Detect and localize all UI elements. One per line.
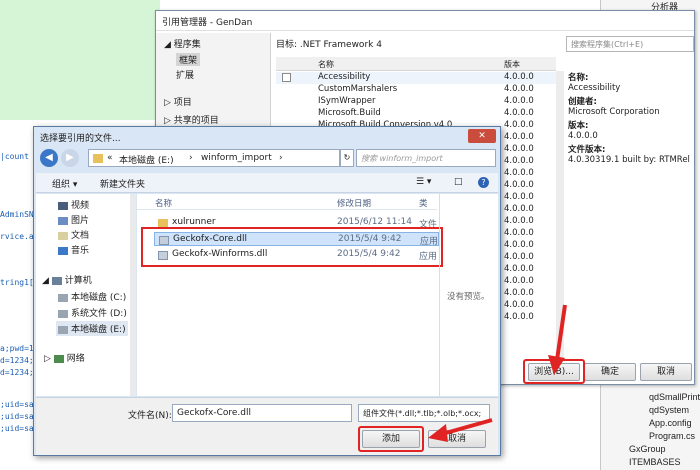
detail-value: Accessibility <box>568 83 621 93</box>
breadcrumb-drive: 本地磁盘 (E:) <box>119 156 174 166</box>
drive-icon <box>58 325 68 334</box>
column-version[interactable]: 版本 <box>504 59 520 70</box>
assembly-row[interactable]: CustomMarshalers 4.0.0.0 <box>276 84 556 96</box>
solution-item[interactable]: App.config <box>649 418 692 428</box>
nav-videos[interactable]: 视频 <box>58 198 89 211</box>
nav-drive-c[interactable]: 本地磁盘 (C:) <box>58 290 126 303</box>
video-icon <box>58 201 68 210</box>
detail-label: 版本: <box>568 121 589 131</box>
nav-project[interactable]: ▷ 项目 <box>164 95 192 108</box>
address-bar[interactable]: « 本地磁盘 (E:) › winform_import › <box>88 149 340 167</box>
breadcrumb-separator: › <box>189 153 193 163</box>
column-name[interactable]: 名称 <box>318 59 334 70</box>
document-icon <box>58 231 68 240</box>
breadcrumb-overflow: « <box>107 153 113 163</box>
file-search-input[interactable]: 搜索 winform_import <box>356 149 496 167</box>
solution-item[interactable]: GxGroup <box>629 444 666 454</box>
nav-extensions[interactable]: 扩展 <box>176 68 194 81</box>
nav-scrollbar[interactable] <box>130 194 136 396</box>
code-line: tring1[ <box>0 278 34 287</box>
nav-drive-e[interactable]: 本地磁盘 (E:) <box>56 321 128 336</box>
add-highlight <box>358 426 424 452</box>
drive-icon <box>58 293 68 302</box>
window-title: 引用管理器 - GenDan <box>162 18 253 28</box>
code-line: ;uid=sa <box>0 400 34 409</box>
cancel-button[interactable]: 取消 <box>640 363 692 381</box>
preview-pane-icon[interactable]: □ <box>454 177 463 187</box>
arrow-to-add-icon <box>428 418 493 442</box>
code-line: d=1234; <box>0 356 34 365</box>
assembly-list-header: 名称 版本 <box>276 57 556 71</box>
detail-value: 4.0.30319.1 built by: RTMRel <box>568 155 690 165</box>
nav-computer[interactable]: ◢ 计算机 <box>42 273 92 286</box>
code-line: rvice.a <box>0 232 34 241</box>
arrow-to-browse-icon <box>548 304 567 375</box>
assembly-row[interactable]: ISymWrapper 4.0.0.0 <box>276 96 556 108</box>
column-date[interactable]: 修改日期 <box>337 197 371 209</box>
forward-icon[interactable]: ▶ <box>61 149 79 167</box>
music-icon <box>58 246 68 255</box>
file-list-header: 名称 修改日期 类 <box>137 194 437 210</box>
network-icon <box>53 354 64 363</box>
code-line: a;pwd=1 <box>0 344 34 353</box>
detail-label: 名称: <box>568 73 589 83</box>
nav-pictures[interactable]: 图片 <box>58 213 89 226</box>
preview-divider <box>439 194 440 396</box>
picture-icon <box>58 216 68 225</box>
file-nav-pane: 视频 图片 文档 音乐 ◢ 计算机 本地磁盘 (C:) 系统文件 (D:) 本地… <box>36 194 136 396</box>
file-dialog: 选择要引用的文件... ✕ ◀ ▶ « 本地磁盘 (E:) › winform_… <box>33 126 501 456</box>
drive-icon <box>58 309 68 318</box>
nav-assemblies[interactable]: ◢ 程序集 <box>164 37 201 50</box>
editor-highlight-band <box>0 0 160 120</box>
help-icon[interactable]: ? <box>478 177 489 188</box>
assembly-details: 名称: Accessibility 创建者: Microsoft Corpora… <box>568 71 693 167</box>
folder-icon <box>93 154 103 163</box>
solution-item[interactable]: Program.cs <box>649 431 695 441</box>
nav-music[interactable]: 音乐 <box>58 243 89 256</box>
reference-manager-titlebar: 引用管理器 - GenDan <box>156 11 694 31</box>
back-icon[interactable]: ◀ <box>40 149 58 167</box>
code-line: ;uid=sa <box>0 412 34 421</box>
code-line: d=1234; <box>0 368 34 377</box>
computer-icon <box>51 276 62 285</box>
filename-input[interactable]: Geckofx-Core.dll <box>172 404 352 422</box>
detail-label: 文件版本: <box>568 145 606 155</box>
refresh-icon[interactable]: ↻ <box>340 149 354 167</box>
detail-value: 4.0.0.0 <box>568 131 598 141</box>
code-line: AdminSN <box>0 210 34 219</box>
file-dialog-toolbar: 组织 ▾ 新建文件夹 ☰ ▾ □ ? <box>36 173 498 193</box>
organize-button[interactable]: 组织 ▾ <box>52 177 77 190</box>
nav-network[interactable]: ▷ 网络 <box>44 351 85 364</box>
ok-button[interactable]: 确定 <box>584 363 636 381</box>
nav-documents[interactable]: 文档 <box>58 228 89 241</box>
view-options-icon[interactable]: ☰ ▾ <box>416 177 431 187</box>
file-dialog-title: 选择要引用的文件... <box>40 134 121 144</box>
breadcrumb-separator: › <box>279 153 283 163</box>
solution-item[interactable]: qdSystem <box>649 405 689 415</box>
target-framework: 目标: .NET Framework 4 <box>276 40 382 50</box>
solution-item[interactable]: ITEMBASES <box>629 457 681 467</box>
assembly-search-input[interactable]: 搜索程序集(Ctrl+E) <box>566 36 694 52</box>
detail-label: 创建者: <box>568 97 597 107</box>
assembly-row[interactable]: Microsoft.Build 4.0.0.0 <box>276 108 556 120</box>
breadcrumb-folder: winform_import <box>201 153 272 163</box>
selected-files-highlight <box>141 227 443 267</box>
nav-shared-project[interactable]: ▷ 共享的项目 <box>164 113 219 126</box>
close-icon[interactable]: ✕ <box>468 129 496 143</box>
nav-framework[interactable]: 框架 <box>176 53 201 66</box>
code-line: ;uid=sa <box>0 424 34 433</box>
no-preview-text: 没有预览。 <box>447 292 490 302</box>
assembly-row[interactable]: Accessibility 4.0.0.0 <box>276 72 556 84</box>
filename-label: 文件名(N): <box>128 411 172 421</box>
column-name[interactable]: 名称 <box>155 197 172 209</box>
solution-item[interactable]: qdSmallPrint <box>649 392 700 402</box>
nav-drive-d[interactable]: 系统文件 (D:) <box>58 306 127 319</box>
checkbox[interactable] <box>282 73 291 82</box>
new-folder-button[interactable]: 新建文件夹 <box>100 177 145 190</box>
column-type[interactable]: 类 <box>419 197 428 209</box>
detail-value: Microsoft Corporation <box>568 107 660 117</box>
code-line: |count <box>0 152 29 161</box>
file-list: 名称 修改日期 类 xulrunner 2015/6/12 11:14 文件 Gec… <box>137 194 498 396</box>
